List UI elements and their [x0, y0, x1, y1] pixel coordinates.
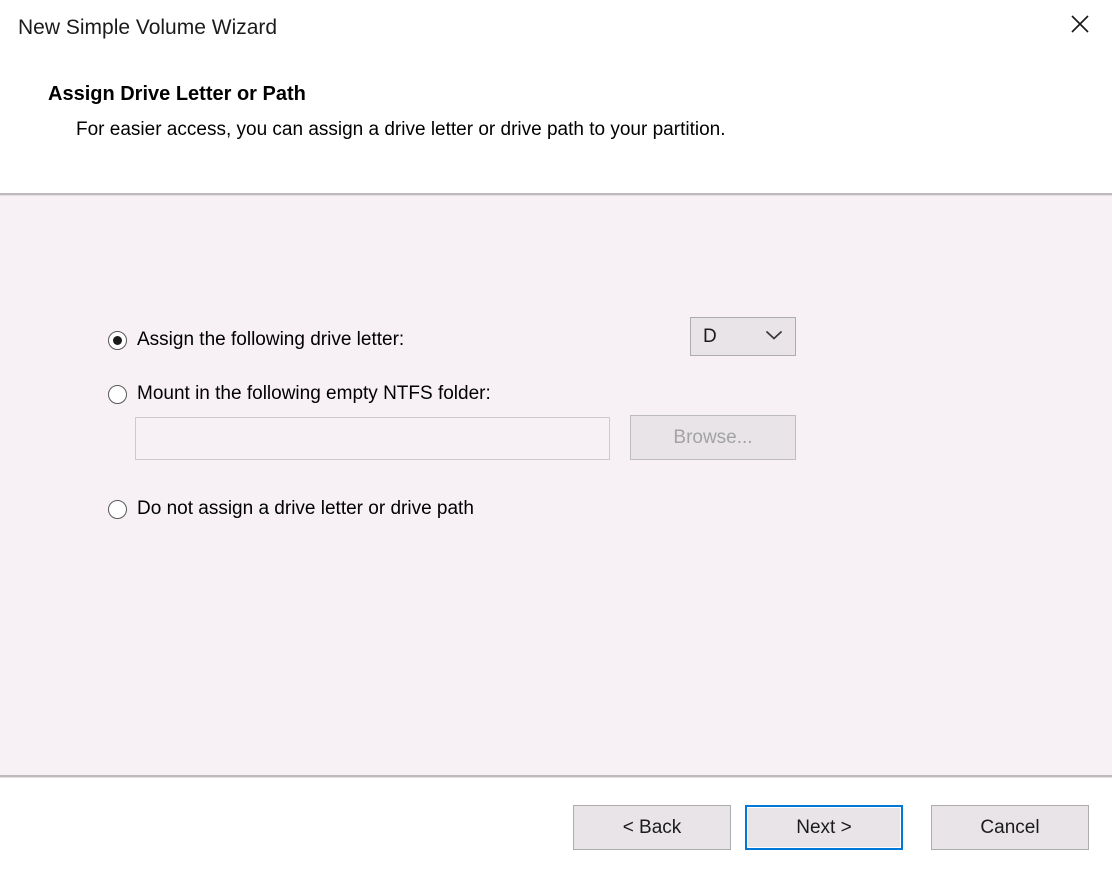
- close-icon: [1069, 13, 1091, 35]
- drive-letter-select[interactable]: D: [690, 317, 796, 356]
- radio-option-do-not-assign[interactable]: Do not assign a drive letter or drive pa…: [108, 498, 474, 520]
- back-button-label: < Back: [623, 817, 682, 839]
- radio-do-not-assign[interactable]: [108, 500, 127, 519]
- chevron-down-icon: [765, 328, 783, 346]
- page-subtitle: For easier access, you can assign a driv…: [76, 118, 725, 142]
- next-button[interactable]: Next >: [745, 805, 903, 850]
- footer-separator: [0, 775, 1112, 778]
- header-area: Assign Drive Letter or Path For easier a…: [0, 56, 1112, 193]
- wizard-dialog: New Simple Volume Wizard Assign Drive Le…: [0, 0, 1112, 869]
- mount-path-input[interactable]: [135, 417, 610, 460]
- browse-button[interactable]: Browse...: [630, 415, 796, 460]
- radio-label-mount-ntfs-folder: Mount in the following empty NTFS folder…: [137, 383, 491, 405]
- cancel-button-label: Cancel: [980, 817, 1039, 839]
- radio-option-assign-drive-letter[interactable]: Assign the following drive letter:: [108, 329, 404, 351]
- radio-option-mount-ntfs-folder[interactable]: Mount in the following empty NTFS folder…: [108, 383, 491, 405]
- radio-label-do-not-assign: Do not assign a drive letter or drive pa…: [137, 498, 474, 520]
- close-button[interactable]: [1047, 0, 1112, 48]
- next-button-label: Next >: [796, 817, 851, 839]
- radio-assign-drive-letter[interactable]: [108, 331, 127, 350]
- back-button[interactable]: < Back: [573, 805, 731, 850]
- content-area: Assign the following drive letter: D Mou…: [0, 196, 1112, 775]
- cancel-button[interactable]: Cancel: [931, 805, 1089, 850]
- radio-mount-ntfs-folder[interactable]: [108, 385, 127, 404]
- window-title: New Simple Volume Wizard: [18, 15, 277, 41]
- browse-button-label: Browse...: [673, 427, 752, 449]
- title-bar: New Simple Volume Wizard: [0, 0, 1112, 56]
- radio-label-assign-drive-letter: Assign the following drive letter:: [137, 329, 404, 351]
- drive-letter-value: D: [703, 326, 717, 348]
- page-title: Assign Drive Letter or Path: [48, 82, 306, 106]
